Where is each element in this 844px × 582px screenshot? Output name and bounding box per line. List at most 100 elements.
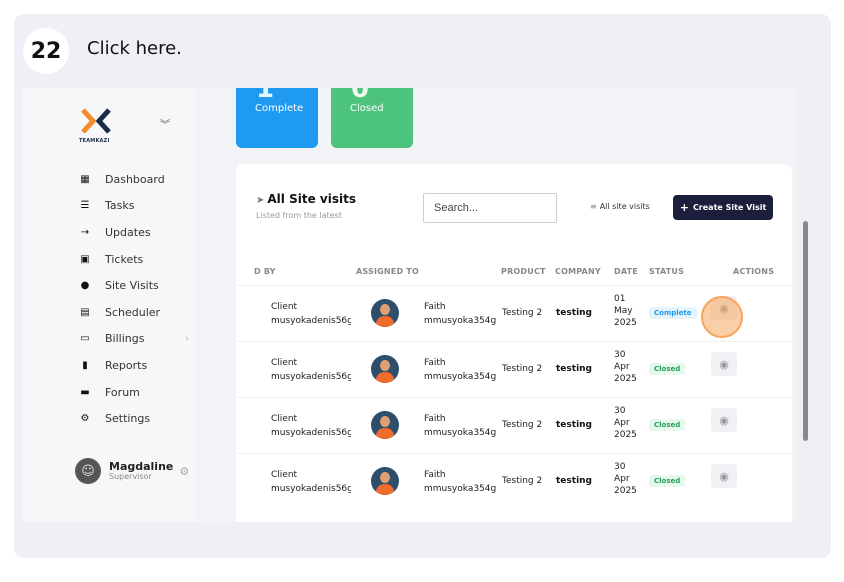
view-eye-icon[interactable]: ◉ — [711, 352, 737, 376]
billing-icon: ▭ — [80, 333, 90, 345]
sidebar-item-forum[interactable]: ▬ Forum — [79, 379, 189, 406]
sidebar-item-tickets[interactable]: ▣ Tickets — [79, 246, 189, 273]
sidebar-item-label: Tickets — [105, 252, 144, 266]
view-eye-icon[interactable]: ◉ — [711, 408, 737, 432]
date-cell: 01 May 2025 — [614, 293, 637, 329]
col-created-by[interactable]: D BY — [254, 267, 276, 276]
product-cell: Testing 2 — [502, 364, 543, 374]
assignee-name: Faith — [424, 358, 446, 368]
sidebar-item-billings[interactable]: ▭ Billings › — [79, 326, 189, 353]
date-day: 30 — [614, 462, 626, 472]
client-email: musyokadenis56g — [271, 372, 351, 382]
send-icon: ➤ — [256, 195, 265, 206]
client-cell: Client musyokadenis56g — [271, 468, 351, 496]
avatar — [371, 467, 399, 495]
assignee-name: Faith — [424, 470, 446, 480]
app-window: TEAMKAZI ︾ ▦ Dashboard ☰ Tasks → Updates ▣ Tick… — [23, 88, 798, 522]
updates-icon: → — [80, 226, 90, 238]
sidebar-item-reports[interactable]: ▮ Reports — [79, 352, 189, 379]
col-status[interactable]: STATUS — [649, 267, 684, 276]
col-actions[interactable]: ACTIONS — [733, 267, 774, 276]
sidebar-item-settings[interactable]: ⚙ Settings — [79, 405, 189, 432]
assignee-name: Faith — [424, 414, 446, 424]
col-date[interactable]: DATE — [614, 267, 638, 276]
date-year: 2025 — [614, 374, 637, 384]
status-badge: Complete — [649, 307, 697, 319]
client-name: Client — [271, 470, 298, 480]
company-cell: testing — [556, 308, 592, 318]
date-cell: 30 Apr 2025 — [614, 461, 637, 497]
user-avatar-icon: ☺ — [75, 458, 101, 484]
create-button-label: Create Site Visit — [692, 203, 767, 212]
status-badge: Closed — [649, 419, 686, 431]
user-profile[interactable]: ☺ Magdaline Supervisor ⚙ — [75, 458, 189, 484]
logo-text: TEAMKAZI — [79, 138, 110, 144]
assigned-cell: Faith mmusyoka354g — [424, 356, 496, 384]
ticket-icon: ▣ — [80, 253, 90, 265]
sidebar-item-label: Tasks — [105, 199, 135, 213]
date-cell: 30 Apr 2025 — [614, 405, 637, 441]
filter-dropdown[interactable]: ≡ All site visits — [590, 202, 650, 211]
settings-icon: ⚙ — [80, 413, 90, 425]
complete-count: 1 — [256, 88, 275, 104]
assignee-email: mmusyoka354g — [424, 316, 496, 326]
search-input[interactable]: Search... — [423, 193, 557, 223]
avatar — [371, 411, 399, 439]
sidebar-item-site-visits[interactable]: ● Site Visits — [79, 272, 189, 299]
table-row: Client musyokadenis56g Faith mmusyoka354g … — [236, 453, 792, 509]
panel-title: ➤ All Site visits — [256, 192, 356, 206]
avatar — [371, 355, 399, 383]
sidebar: TEAMKAZI ︾ ▦ Dashboard ☰ Tasks → Updates ▣ Tick… — [23, 88, 196, 522]
teamkazi-logo-icon[interactable] — [79, 104, 115, 138]
product-cell: Testing 2 — [502, 308, 543, 318]
sidebar-item-scheduler[interactable]: ▤ Scheduler — [79, 299, 189, 326]
closed-count: 0 — [351, 88, 370, 104]
dashboard-icon: ▦ — [80, 173, 90, 185]
date-year: 2025 — [614, 486, 637, 496]
assigned-cell: Faith mmusyoka354g — [424, 300, 496, 328]
create-site-visit-button[interactable]: + Create Site Visit — [673, 195, 773, 220]
sidebar-item-dashboard[interactable]: ▦ Dashboard — [79, 166, 189, 193]
closed-stat-card[interactable]: 0 Closed — [331, 88, 413, 148]
client-cell: Client musyokadenis56g — [271, 356, 351, 384]
col-assigned-to[interactable]: ASSIGNED TO — [356, 267, 419, 276]
chevron-down-icon[interactable]: ︾ — [160, 116, 170, 131]
date-month: Apr — [614, 474, 630, 484]
company-cell: testing — [556, 420, 592, 430]
assigned-cell: Faith mmusyoka354g — [424, 468, 496, 496]
sidebar-item-tasks[interactable]: ☰ Tasks — [79, 193, 189, 220]
user-role: Supervisor — [109, 472, 152, 481]
site-visits-panel: ➤ All Site visits Listed from the latest … — [236, 164, 792, 522]
sidebar-item-label: Billings — [105, 332, 145, 346]
click-highlight — [701, 296, 743, 338]
assigned-cell: Faith mmusyoka354g — [424, 412, 496, 440]
closed-label: Closed — [350, 103, 384, 114]
date-month: Apr — [614, 362, 630, 372]
step-instruction: Click here. — [87, 38, 182, 59]
location-pin-icon: ● — [80, 280, 90, 292]
table-row: Client musyokadenis56g Faith mmusyoka354g … — [236, 341, 792, 397]
user-name: Magdaline — [109, 460, 174, 473]
sidebar-item-updates[interactable]: → Updates — [79, 219, 189, 246]
client-cell: Client musyokadenis56g — [271, 412, 351, 440]
date-day: 01 — [614, 294, 626, 304]
company-cell: testing — [556, 364, 592, 374]
avatar — [371, 299, 399, 327]
col-company[interactable]: COMPANY — [555, 267, 601, 276]
col-product[interactable]: PRODUCT — [501, 267, 546, 276]
menu-icon: ≡ — [590, 202, 597, 211]
view-eye-icon[interactable]: ◉ — [711, 464, 737, 488]
sidebar-item-label: Forum — [105, 385, 140, 399]
product-cell: Testing 2 — [502, 420, 543, 430]
complete-label: Complete — [255, 103, 304, 114]
tasks-icon: ☰ — [80, 200, 90, 212]
gear-icon[interactable]: ⚙ — [179, 465, 189, 478]
client-email: musyokadenis56g — [271, 428, 351, 438]
scrollbar[interactable] — [803, 221, 808, 441]
date-month: May — [614, 306, 633, 316]
date-cell: 30 Apr 2025 — [614, 349, 637, 385]
assignee-email: mmusyoka354g — [424, 372, 496, 382]
forum-icon: ▬ — [80, 386, 90, 398]
complete-stat-card[interactable]: 1 Complete — [236, 88, 318, 148]
date-year: 2025 — [614, 318, 637, 328]
